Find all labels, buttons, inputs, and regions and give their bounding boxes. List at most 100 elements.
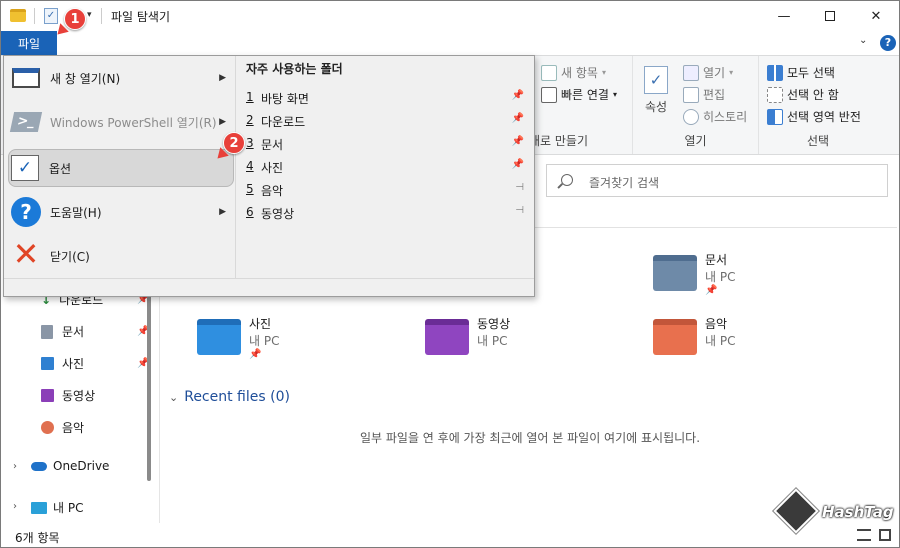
close-button[interactable]: ✕ — [853, 1, 899, 31]
nav-item-music[interactable]: 음악 — [41, 419, 84, 436]
frequent-folders-panel: 자주 사용하는 폴더 1 바탕 화면 📌 2 다운로드 📌 3 문서 📌 4 사진 📌 5 음악 ⊣… — [235, 56, 534, 278]
watermark: HashTag — [773, 488, 896, 539]
select-none-button[interactable]: 선택 안 함 — [767, 86, 839, 103]
chevron-right-icon[interactable]: › — [13, 461, 17, 472]
menu-close[interactable]: ✕ 닫기(C) — [10, 237, 234, 275]
pin-icon[interactable]: 📌 — [512, 159, 524, 170]
checkmark-icon: ✓ — [9, 152, 41, 184]
quick-access-dropdown-icon[interactable]: ▾ — [87, 10, 92, 20]
menu-new-window[interactable]: 새 창 열기(N) ▶ — [10, 59, 234, 97]
history-button[interactable]: 히스토리 — [683, 108, 747, 125]
new-item-icon — [541, 64, 557, 81]
menu-options[interactable]: ✓ 옵션 — [8, 149, 234, 187]
ribbon-group-label: 열기 — [684, 134, 707, 148]
frequent-item[interactable]: 5 음악 ⊣ — [246, 182, 530, 199]
properties-button[interactable]: ✓ 속성 — [641, 66, 671, 115]
select-all-button[interactable]: 모두 선택 — [767, 64, 835, 81]
properties-quick-icon[interactable]: ✓ — [44, 8, 58, 24]
minimize-button[interactable]: — — [761, 1, 807, 31]
invert-selection-button[interactable]: 선택 영역 반전 — [767, 108, 861, 125]
frequent-item[interactable]: 6 동영상 ⊣ — [246, 205, 530, 222]
frequent-item[interactable]: 1 바탕 화면 📌 — [246, 90, 530, 107]
submenu-arrow-icon: ▶ — [219, 73, 226, 83]
file-explorer-window: ✓ ▾ 파일 탐색기 — ✕ ⌄ ? 파일 새 항목 ▾ 빠른 연결 ▾ 새로 만들… — [0, 0, 900, 548]
document-icon — [41, 324, 53, 339]
folder-tile-pictures[interactable]: 사진 내 PC 📌 — [197, 315, 397, 375]
nav-item-videos[interactable]: 동영상 — [41, 387, 95, 404]
search-placeholder: 즐겨찾기 검색 — [589, 176, 660, 190]
ribbon-group-label: 선택 — [806, 134, 830, 148]
pictures-folder-icon — [197, 319, 241, 355]
select-all-icon — [767, 64, 783, 81]
invert-selection-icon — [767, 108, 783, 125]
ribbon-group-open: ✓ 속성 열기 ▾ 편집 히스토리 열기 — [633, 56, 759, 154]
nav-item-this-pc[interactable]: 내 PC — [31, 499, 83, 516]
documents-folder-icon — [653, 255, 697, 291]
history-icon — [683, 108, 699, 125]
pin-icon: 📌 — [249, 349, 262, 360]
frequent-folders-header: 자주 사용하는 폴더 — [246, 62, 343, 76]
menu-help[interactable]: ? 도움말(H) ▶ — [10, 193, 234, 231]
music-folder-icon — [653, 319, 697, 355]
annotation-badge-1: 1 — [64, 8, 86, 30]
file-menu-commands: 새 창 열기(N) ▶ >_ Windows PowerShell 열기(R) … — [4, 56, 234, 296]
nav-scrollbar[interactable] — [147, 291, 151, 481]
watermark-text: HashTag — [822, 503, 894, 521]
frequent-item[interactable]: 4 사진 📌 — [246, 159, 530, 176]
monitor-icon — [31, 501, 47, 514]
pin-icon[interactable]: 📌 — [512, 136, 524, 147]
folder-tile-documents[interactable]: 문서 내 PC 📌 — [653, 251, 853, 311]
nav-item-documents[interactable]: 문서 📌 — [41, 323, 149, 340]
window-title: 파일 탐색기 — [111, 10, 171, 24]
help-circle-icon[interactable]: ? — [880, 35, 896, 51]
frequent-item[interactable]: 3 문서 📌 — [246, 136, 530, 153]
unpin-icon[interactable]: ⊣ — [515, 205, 524, 216]
chevron-right-icon[interactable]: › — [13, 501, 17, 512]
properties-icon: ✓ — [644, 66, 668, 94]
annotation-badge-2: 2 — [223, 132, 245, 154]
item-count: 6개 항목 — [15, 531, 60, 545]
separator — [101, 8, 102, 24]
search-icon — [561, 174, 573, 186]
separator — [34, 8, 35, 24]
file-menu-footer — [4, 278, 534, 296]
open-button[interactable]: 열기 ▾ — [683, 64, 733, 81]
folder-app-icon — [10, 9, 26, 22]
nav-item-pictures[interactable]: 사진 📌 — [41, 355, 149, 372]
frequent-item[interactable]: 2 다운로드 📌 — [246, 113, 530, 130]
select-none-icon — [767, 86, 783, 103]
easy-access-button[interactable]: 빠른 연결 ▾ — [541, 86, 617, 103]
videos-folder-icon — [425, 319, 469, 355]
ribbon-collapse-icon[interactable]: ⌄ — [859, 35, 867, 46]
edit-icon — [683, 86, 699, 103]
cloud-icon — [31, 461, 47, 471]
open-icon — [683, 64, 699, 81]
status-bar: 6개 항목 — [1, 523, 899, 547]
new-item-button[interactable]: 새 항목 ▾ — [541, 64, 606, 81]
tab-file[interactable]: 파일 — [1, 31, 57, 55]
pin-icon: 📌 — [705, 285, 718, 296]
chevron-down-icon: ⌄ — [169, 390, 179, 404]
new-window-icon — [10, 62, 42, 94]
close-x-icon: ✕ — [12, 235, 40, 273]
help-icon: ? — [10, 196, 42, 228]
pin-icon[interactable]: 📌 — [512, 113, 524, 124]
pin-icon[interactable]: 📌 — [512, 90, 524, 101]
folder-tile-music[interactable]: 음악 내 PC — [653, 315, 853, 375]
submenu-arrow-icon: ▶ — [219, 207, 226, 217]
powershell-icon: >_ — [9, 106, 43, 138]
recent-empty-message: 일부 파일을 연 후에 가장 최근에 열어 본 파일이 여기에 표시됩니다. — [359, 431, 701, 445]
submenu-arrow-icon: ▶ — [219, 117, 226, 127]
recent-files-header[interactable]: ⌄ Recent files (0) — [169, 389, 290, 405]
title-bar: ✓ ▾ 파일 탐색기 — ✕ — [1, 1, 899, 31]
folder-tile-videos[interactable]: 동영상 내 PC — [425, 315, 625, 375]
videos-icon — [41, 389, 54, 402]
maximize-button[interactable] — [807, 1, 853, 31]
nav-item-onedrive[interactable]: OneDrive — [31, 459, 109, 473]
ribbon-group-select: 모두 선택 선택 안 함 선택 영역 반전 선택 — [759, 56, 877, 154]
search-box[interactable]: 즐겨찾기 검색 — [546, 164, 888, 197]
ribbon-group-new: 새 항목 ▾ 빠른 연결 ▾ 새로 만들기 — [529, 56, 633, 154]
edit-button[interactable]: 편집 — [683, 86, 725, 103]
menu-open-powershell[interactable]: >_ Windows PowerShell 열기(R) ▶ — [9, 103, 234, 141]
unpin-icon[interactable]: ⊣ — [515, 182, 524, 193]
